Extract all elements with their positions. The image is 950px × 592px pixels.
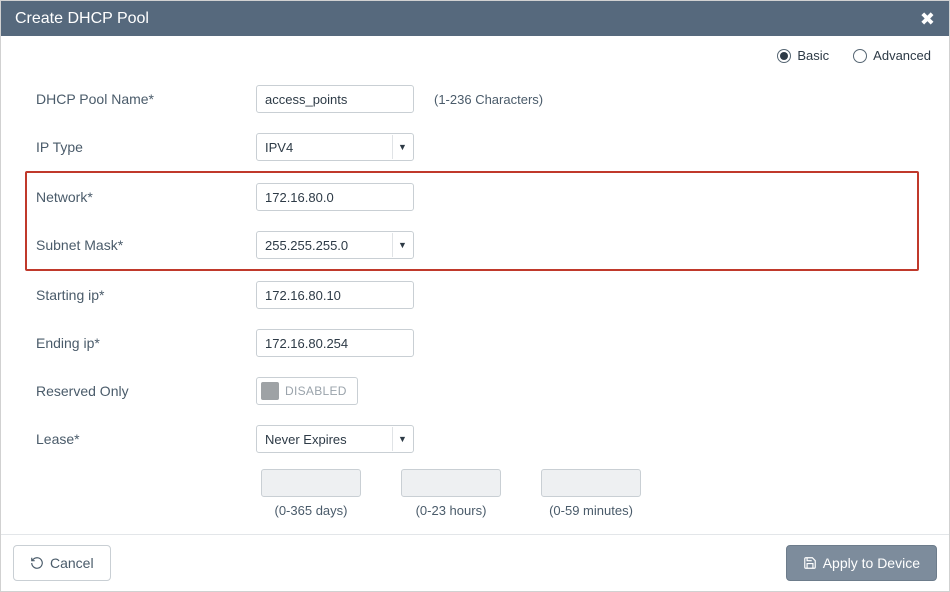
highlighted-network-section: Network* Subnet Mask* ▼: [25, 171, 919, 271]
view-basic-radio[interactable]: Basic: [777, 48, 829, 63]
row-lease: Lease* ▼: [31, 415, 919, 463]
row-ending-ip: Ending ip*: [31, 319, 919, 367]
undo-icon: [30, 556, 44, 570]
row-pool-name: DHCP Pool Name* (1-236 Characters): [31, 75, 919, 123]
apply-label: Apply to Device: [823, 555, 920, 571]
dialog-title: Create DHCP Pool: [15, 10, 149, 28]
view-advanced-label: Advanced: [873, 48, 931, 63]
lease-minutes-hint: (0-59 minutes): [541, 503, 641, 518]
lease-hours-hint: (0-23 hours): [401, 503, 501, 518]
ip-type-value[interactable]: [256, 133, 414, 161]
view-basic-label: Basic: [797, 48, 829, 63]
ip-type-label: IP Type: [31, 139, 256, 155]
close-icon[interactable]: ✖: [920, 10, 935, 28]
subnet-mask-select[interactable]: ▼: [256, 231, 414, 259]
row-reserved-only: Reserved Only DISABLED: [31, 367, 919, 415]
lease-days-input: [261, 469, 361, 497]
pool-name-hint: (1-236 Characters): [416, 92, 543, 107]
ip-type-select[interactable]: ▼: [256, 133, 414, 161]
row-subnet-mask: Subnet Mask* ▼: [31, 221, 917, 269]
toggle-knob-icon: [261, 382, 279, 400]
dialog-header: Create DHCP Pool ✖: [1, 1, 949, 36]
pool-name-input[interactable]: [256, 85, 414, 113]
subnet-mask-label: Subnet Mask*: [31, 237, 256, 253]
save-icon: [803, 556, 817, 570]
lease-hours-input: [401, 469, 501, 497]
ending-ip-label: Ending ip*: [31, 335, 256, 351]
row-starting-ip: Starting ip*: [31, 271, 919, 319]
cancel-button[interactable]: Cancel: [13, 545, 111, 581]
pool-name-label: DHCP Pool Name*: [31, 91, 256, 107]
starting-ip-input[interactable]: [256, 281, 414, 309]
cancel-label: Cancel: [50, 555, 94, 571]
radio-icon: [853, 49, 867, 63]
network-input[interactable]: [256, 183, 414, 211]
lease-select[interactable]: ▼: [256, 425, 414, 453]
radio-icon: [777, 49, 791, 63]
reserved-only-toggle[interactable]: DISABLED: [256, 377, 358, 405]
lease-minutes-input: [541, 469, 641, 497]
view-advanced-radio[interactable]: Advanced: [853, 48, 931, 63]
reserved-only-label: Reserved Only: [31, 383, 256, 399]
apply-button[interactable]: Apply to Device: [786, 545, 937, 581]
row-lease-duration: (0-365 days) (0-23 hours) (0-59 minutes): [31, 469, 919, 518]
dialog-footer: Cancel Apply to Device: [1, 534, 949, 591]
view-mode-switch: Basic Advanced: [1, 36, 949, 69]
row-network: Network*: [31, 173, 917, 221]
row-ip-type: IP Type ▼: [31, 123, 919, 171]
starting-ip-label: Starting ip*: [31, 287, 256, 303]
lease-label: Lease*: [31, 431, 256, 447]
network-label: Network*: [31, 189, 256, 205]
reserved-only-state: DISABLED: [285, 384, 347, 398]
lease-value[interactable]: [256, 425, 414, 453]
form: DHCP Pool Name* (1-236 Characters) IP Ty…: [1, 69, 949, 518]
subnet-mask-value[interactable]: [256, 231, 414, 259]
ending-ip-input[interactable]: [256, 329, 414, 357]
lease-days-hint: (0-365 days): [261, 503, 361, 518]
